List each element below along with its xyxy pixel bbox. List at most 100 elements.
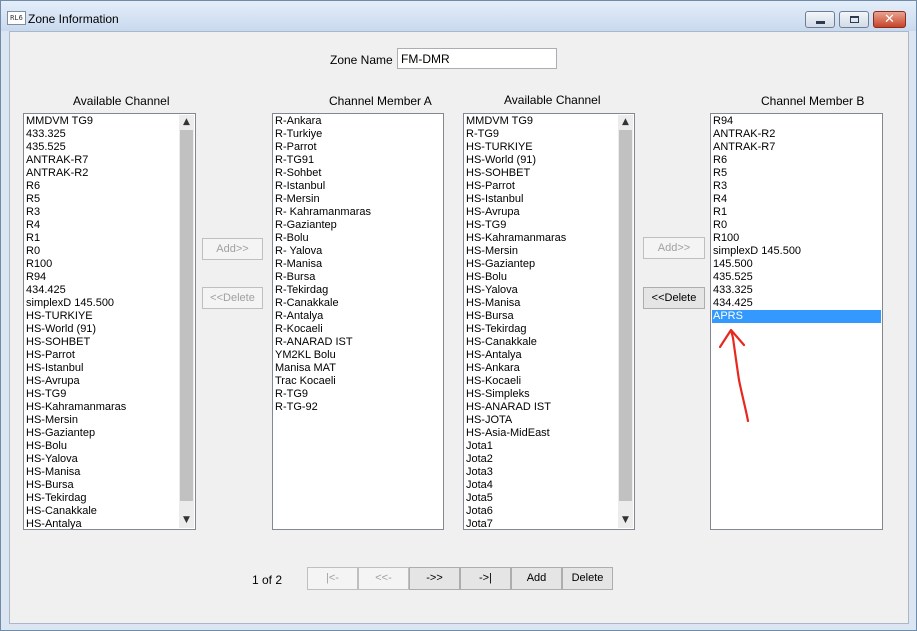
- scrollbar-thumb[interactable]: [180, 130, 193, 501]
- list-item[interactable]: HS-Bolu: [465, 271, 617, 284]
- list-item[interactable]: MMDVM TG9: [25, 115, 178, 128]
- list-item[interactable]: HS-Manisa: [465, 297, 617, 310]
- list-item[interactable]: R-Sohbet: [274, 167, 442, 180]
- list-item[interactable]: HS-Avrupa: [25, 375, 178, 388]
- list-item[interactable]: HS-TG9: [25, 388, 178, 401]
- list-item[interactable]: R4: [712, 193, 881, 206]
- list-item[interactable]: HS-Simpleks: [465, 388, 617, 401]
- list-item[interactable]: R1: [25, 232, 178, 245]
- list-item[interactable]: R-TG9: [465, 128, 617, 141]
- scroll-up-arrow-icon[interactable]: ▲: [179, 115, 194, 130]
- list-item[interactable]: R-Bolu: [274, 232, 442, 245]
- list-item[interactable]: HS-Kocaeli: [465, 375, 617, 388]
- last-page-button[interactable]: ->|: [460, 567, 511, 590]
- previous-page-button[interactable]: <<-: [358, 567, 409, 590]
- list-item[interactable]: R-TG91: [274, 154, 442, 167]
- list-item[interactable]: Jota6: [465, 505, 617, 518]
- list-item[interactable]: HS-Asia-MidEast: [465, 427, 617, 440]
- list-item[interactable]: R0: [712, 219, 881, 232]
- list-item[interactable]: HS-Mersin: [25, 414, 178, 427]
- list-item[interactable]: R4: [25, 219, 178, 232]
- available-channel-b-list[interactable]: MMDVM TG9 R-TG9 HS-TURKIYE HS-World (91) HS-…: [463, 113, 635, 530]
- list-item[interactable]: HS-Bursa: [465, 310, 617, 323]
- list-item[interactable]: R1: [712, 206, 881, 219]
- list-item[interactable]: HS-ANARAD IST: [465, 401, 617, 414]
- list-item[interactable]: R3: [712, 180, 881, 193]
- list-item[interactable]: Jota5: [465, 492, 617, 505]
- list-item[interactable]: R-Bursa: [274, 271, 442, 284]
- list-item[interactable]: HS-Bolu: [25, 440, 178, 453]
- list-item[interactable]: HS-Canakkale: [465, 336, 617, 349]
- list-item[interactable]: R-Parrot: [274, 141, 442, 154]
- list-item[interactable]: R-Tekirdag: [274, 284, 442, 297]
- list-item[interactable]: R-TG-92: [274, 401, 442, 414]
- list-item[interactable]: Jota3: [465, 466, 617, 479]
- list-item[interactable]: simplexD 145.500: [712, 245, 881, 258]
- list-item[interactable]: R0: [25, 245, 178, 258]
- list-item[interactable]: Jota1: [465, 440, 617, 453]
- list-item[interactable]: APRS: [712, 310, 881, 323]
- close-button[interactable]: ✕: [873, 11, 906, 28]
- zone-name-input[interactable]: [397, 48, 557, 69]
- list-item[interactable]: R-Mersin: [274, 193, 442, 206]
- list-item[interactable]: R6: [712, 154, 881, 167]
- list-item[interactable]: HS-Avrupa: [465, 206, 617, 219]
- list-item[interactable]: HS-Gaziantep: [465, 258, 617, 271]
- channel-member-b-list[interactable]: R94 ANTRAK-R2 ANTRAK-R7 R6 R5 R3 R4 R1 R0 R100 sim…: [710, 113, 883, 530]
- available-channel-a-list[interactable]: MMDVM TG9 433.325 435.525 ANTRAK-R7 ANTRAK-R…: [23, 113, 196, 530]
- vertical-scrollbar[interactable]: ▲ ▼: [179, 115, 194, 528]
- list-item[interactable]: HS-Manisa: [25, 466, 178, 479]
- list-item[interactable]: ANTRAK-R2: [712, 128, 881, 141]
- list-item[interactable]: R100: [712, 232, 881, 245]
- list-item[interactable]: 435.525: [712, 271, 881, 284]
- list-item[interactable]: Jota4: [465, 479, 617, 492]
- list-item[interactable]: HS-TURKIYE: [25, 310, 178, 323]
- list-item[interactable]: R-Ankara: [274, 115, 442, 128]
- list-item[interactable]: MMDVM TG9: [465, 115, 617, 128]
- next-page-button[interactable]: ->>: [409, 567, 460, 590]
- list-item[interactable]: ANTRAK-R7: [712, 141, 881, 154]
- delete-from-member-a-button[interactable]: <<Delete: [202, 287, 263, 309]
- list-item[interactable]: R-Gaziantep: [274, 219, 442, 232]
- list-item[interactable]: R-TG9: [274, 388, 442, 401]
- list-item[interactable]: HS-Mersin: [465, 245, 617, 258]
- list-item[interactable]: Jota2: [465, 453, 617, 466]
- list-item[interactable]: R-Istanbul: [274, 180, 442, 193]
- list-item[interactable]: HS-Istanbul: [25, 362, 178, 375]
- list-item[interactable]: HS-Gaziantep: [25, 427, 178, 440]
- list-item[interactable]: R-ANARAD IST: [274, 336, 442, 349]
- scroll-down-arrow-icon[interactable]: ▼: [179, 513, 194, 528]
- list-item[interactable]: HS-Canakkale: [25, 505, 178, 518]
- list-item[interactable]: HS-Ankara: [465, 362, 617, 375]
- list-item[interactable]: R5: [712, 167, 881, 180]
- list-item[interactable]: HS-Tekirdag: [465, 323, 617, 336]
- list-item[interactable]: HS-Antalya: [465, 349, 617, 362]
- list-item[interactable]: HS-Tekirdag: [25, 492, 178, 505]
- maximize-button[interactable]: [839, 11, 869, 28]
- list-item[interactable]: R- Kahramanmaras: [274, 206, 442, 219]
- list-item[interactable]: HS-TURKIYE: [465, 141, 617, 154]
- list-item[interactable]: R- Yalova: [274, 245, 442, 258]
- list-item[interactable]: R-Antalya: [274, 310, 442, 323]
- scroll-down-arrow-icon[interactable]: ▼: [618, 513, 633, 528]
- list-item[interactable]: R3: [25, 206, 178, 219]
- add-to-member-b-button[interactable]: Add>>: [643, 237, 705, 259]
- list-item[interactable]: simplexD 145.500: [25, 297, 178, 310]
- list-item[interactable]: R-Kocaeli: [274, 323, 442, 336]
- list-item[interactable]: HS-World (91): [465, 154, 617, 167]
- list-item[interactable]: HS-World (91): [25, 323, 178, 336]
- list-item[interactable]: 434.425: [25, 284, 178, 297]
- list-item[interactable]: ANTRAK-R7: [25, 154, 178, 167]
- list-item[interactable]: YM2KL Bolu: [274, 349, 442, 362]
- list-item[interactable]: R100: [25, 258, 178, 271]
- list-item[interactable]: Jota7: [465, 518, 617, 529]
- list-item[interactable]: Trac Kocaeli: [274, 375, 442, 388]
- vertical-scrollbar[interactable]: ▲ ▼: [618, 115, 633, 528]
- delete-from-member-b-button[interactable]: <<Delete: [643, 287, 705, 309]
- delete-zone-button[interactable]: Delete: [562, 567, 613, 590]
- add-to-member-a-button[interactable]: Add>>: [202, 238, 263, 260]
- list-item[interactable]: HS-Kahramanmaras: [465, 232, 617, 245]
- list-item[interactable]: R94: [712, 115, 881, 128]
- list-item[interactable]: 435.525: [25, 141, 178, 154]
- channel-member-a-list[interactable]: R-Ankara R-Turkiye R-Parrot R-TG91 R-Sohbet R…: [272, 113, 444, 530]
